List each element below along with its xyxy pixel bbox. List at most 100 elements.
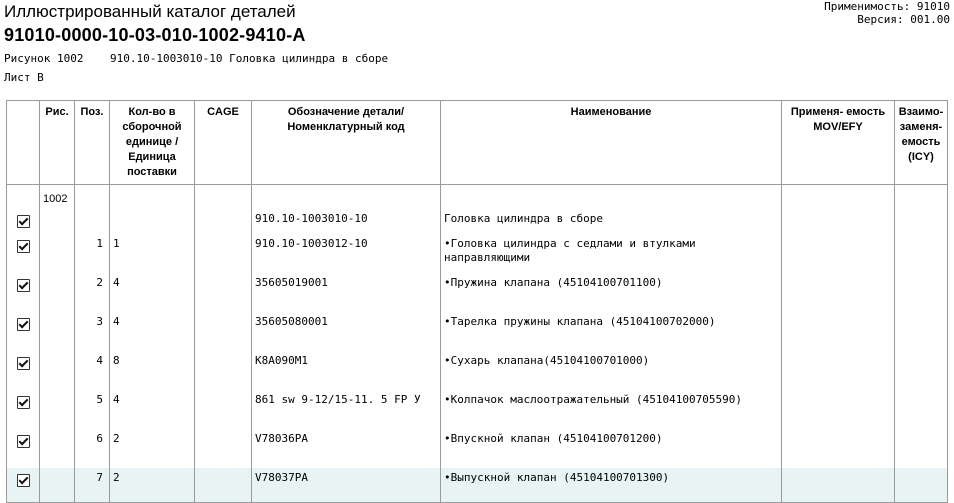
- figure-cell: [39, 468, 75, 503]
- cage-cell: [194, 429, 252, 468]
- checkbox-checked-icon[interactable]: [16, 435, 30, 448]
- interchangeability-cell: [894, 312, 948, 351]
- cage-cell: [194, 210, 252, 234]
- name-cell: •Впускной клапан (45104100701200): [440, 429, 782, 468]
- quantity-cell: 8: [109, 351, 195, 390]
- applicability-cell: [781, 351, 895, 390]
- interchangeability-cell: [894, 351, 948, 390]
- cage-cell: [194, 351, 252, 390]
- position-cell: 2: [74, 273, 110, 312]
- figure-cell: [39, 429, 75, 468]
- part-number-cell: 910.10-1003012-10: [251, 234, 441, 273]
- name-cell: •Тарелка пружины клапана (45104100702000…: [440, 312, 782, 351]
- checkbox-checked-icon[interactable]: [16, 240, 30, 253]
- column-quantity: Кол-во в сборочной единице /Единица пост…: [109, 100, 195, 185]
- row-checkbox[interactable]: [6, 210, 40, 234]
- column-interchangeability: Взаимо- заменя- емость (ICY): [894, 100, 948, 185]
- table-row[interactable]: 910.10-1003010-10 Головка цилиндра в сбор…: [6, 210, 948, 234]
- checkbox-checked-icon[interactable]: [16, 357, 30, 370]
- table-row[interactable]: 1 1 910.10-1003012-10 •Головка цилиндра с с…: [6, 234, 948, 273]
- figure-cell: [39, 390, 75, 429]
- cage-cell: [194, 468, 252, 503]
- figure-cell: [39, 312, 75, 351]
- quantity-cell: 2: [109, 429, 195, 468]
- part-number-cell: 861 sw 9-12/15-11. 5 FP У: [251, 390, 441, 429]
- applicability-label: Применимость:: [824, 0, 911, 13]
- column-name: Наименование: [440, 100, 782, 185]
- applicability-cell: [781, 234, 895, 273]
- quantity-cell: 4: [109, 390, 195, 429]
- row-checkbox[interactable]: [6, 312, 40, 351]
- figure-cell: [39, 273, 75, 312]
- name-cell: Головка цилиндра в сборе: [440, 210, 782, 234]
- interchangeability-cell: [894, 390, 948, 429]
- position-cell: 4: [74, 351, 110, 390]
- quantity-cell: 1: [109, 234, 195, 273]
- table-header-row: Рис. Поз. Кол-во в сборочной единице /Ед…: [6, 100, 948, 185]
- table-row[interactable]: 6 2 V78036PA •Впускной клапан (451041007012…: [6, 429, 948, 468]
- figure-cell: [39, 210, 75, 234]
- interchangeability-cell: [894, 429, 948, 468]
- row-checkbox[interactable]: [6, 429, 40, 468]
- figure-cell: [39, 351, 75, 390]
- version-value: 001.00: [910, 13, 950, 26]
- table-row[interactable]: 7 2 V78037PA •Выпускной клапан (45104100701…: [6, 468, 948, 503]
- catalog-title: Иллюстрированный каталог деталей: [4, 2, 296, 21]
- name-cell: •Сухарь клапана(45104100701000): [440, 351, 782, 390]
- table-row[interactable]: 2 4 35605019001 •Пружина клапана (451041007…: [6, 273, 948, 312]
- applicability-cell: [781, 429, 895, 468]
- position-cell: 7: [74, 468, 110, 503]
- position-cell: [74, 210, 110, 234]
- interchangeability-cell: [894, 210, 948, 234]
- part-number-cell: 35605080001: [251, 312, 441, 351]
- quantity-cell: 2: [109, 468, 195, 503]
- name-cell: •Выпускной клапан (45104100701300): [440, 468, 782, 503]
- column-position: Поз.: [74, 100, 110, 185]
- checkbox-checked-icon[interactable]: [16, 279, 30, 292]
- checkbox-checked-icon[interactable]: [16, 215, 30, 228]
- name-cell: •Колпачок маслоотражательный (4510410070…: [440, 390, 782, 429]
- row-checkbox[interactable]: [6, 390, 40, 429]
- table-row[interactable]: 3 4 35605080001 •Тарелка пружины клапана (4…: [6, 312, 948, 351]
- applicability-cell: [781, 273, 895, 312]
- row-checkbox[interactable]: [6, 234, 40, 273]
- applicability-cell: [781, 312, 895, 351]
- applicability-cell: [781, 210, 895, 234]
- parts-table: Рис. Поз. Кол-во в сборочной единице /Ед…: [6, 100, 948, 503]
- position-cell: 6: [74, 429, 110, 468]
- cage-cell: [194, 312, 252, 351]
- name-cell: •Пружина клапана (45104100701100): [440, 273, 782, 312]
- cage-cell: [194, 273, 252, 312]
- figure-cell: [39, 234, 75, 273]
- column-cage: CAGE: [194, 100, 252, 185]
- cage-cell: [194, 390, 252, 429]
- quantity-cell: [109, 210, 195, 234]
- figure-line: Рисунок 1002 910.10-1003010-10 Головка ц…: [4, 52, 389, 65]
- position-cell: 1: [74, 234, 110, 273]
- row-checkbox[interactable]: [6, 273, 40, 312]
- part-number-cell: K8A090M1: [251, 351, 441, 390]
- position-cell: 3: [74, 312, 110, 351]
- quantity-cell: 4: [109, 312, 195, 351]
- column-select: [6, 100, 40, 185]
- cage-cell: [194, 234, 252, 273]
- table-row[interactable]: 4 8 K8A090M1 •Сухарь клапана(45104100701000…: [6, 351, 948, 390]
- interchangeability-cell: [894, 468, 948, 503]
- row-checkbox[interactable]: [6, 468, 40, 503]
- column-part-number: Обозначение детали/ Номенклатурный код: [251, 100, 441, 185]
- part-number-cell: V78037PA: [251, 468, 441, 503]
- figure-row: 1002: [6, 189, 948, 210]
- position-cell: 5: [74, 390, 110, 429]
- column-figure: Рис.: [39, 100, 75, 185]
- figure-number: 1002: [39, 189, 75, 210]
- checkbox-checked-icon[interactable]: [16, 396, 30, 409]
- applicability-value: 91010: [916, 0, 950, 13]
- row-checkbox[interactable]: [6, 351, 40, 390]
- interchangeability-cell: [894, 234, 948, 273]
- applicability-cell: [781, 468, 895, 503]
- checkbox-checked-icon[interactable]: [16, 318, 30, 331]
- quantity-cell: 4: [109, 273, 195, 312]
- table-row[interactable]: 5 4 861 sw 9-12/15-11. 5 FP У •Колпачок мас…: [6, 390, 948, 429]
- part-number-cell: V78036PA: [251, 429, 441, 468]
- part-number-cell: 910.10-1003010-10: [251, 210, 441, 234]
